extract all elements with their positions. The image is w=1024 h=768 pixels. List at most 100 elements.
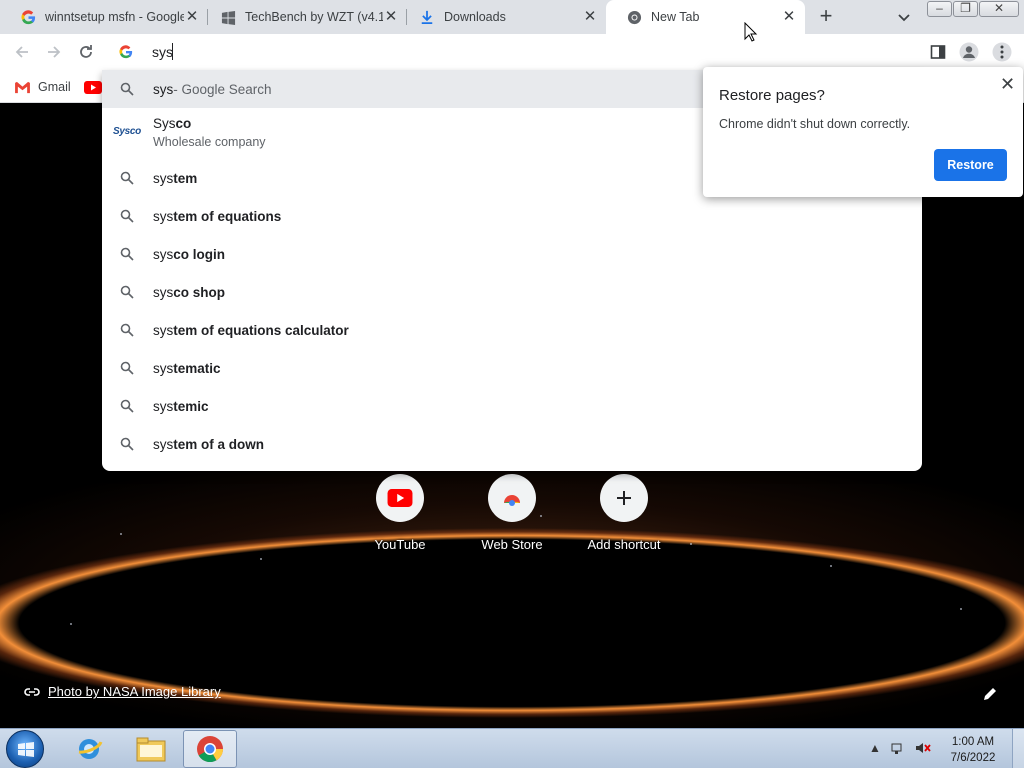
suggestion-item[interactable]: sys tem of a down [102, 425, 922, 463]
arrow-left-icon [15, 46, 28, 58]
tab-techbench[interactable]: TechBench by WZT (v4.1.1 ✕ [200, 0, 407, 34]
youtube-icon [84, 80, 102, 94]
tab-winntsetup[interactable]: winntsetup msfn - Google ✕ [0, 0, 208, 34]
suggestion-item[interactable]: sys tem of equations [102, 197, 922, 235]
profile-button[interactable] [958, 41, 980, 63]
sysco-logo: Sysco [113, 126, 141, 137]
customize-button[interactable] [982, 686, 1000, 704]
search-icon [119, 398, 135, 414]
taskbar-chrome[interactable] [183, 730, 237, 768]
suggestion-typed: sys [153, 208, 174, 224]
suggestion-rest: temic [173, 398, 209, 414]
close-tab-icon[interactable]: ✕ [184, 9, 200, 25]
search-icon [119, 170, 135, 186]
side-panel-button[interactable] [927, 41, 949, 63]
chrome-icon [197, 736, 224, 763]
side-panel-icon [930, 45, 946, 59]
suggestion-item[interactable]: sys temic [102, 387, 922, 425]
search-icon [119, 246, 135, 262]
start-button[interactable] [6, 730, 44, 768]
omnibox-input[interactable] [152, 42, 652, 62]
new-tab-button[interactable]: + [814, 5, 838, 29]
windows-icon [220, 9, 236, 25]
suggestion-rest: co [175, 116, 192, 131]
chevron-down-icon[interactable] [895, 8, 913, 26]
suggestion-item[interactable]: sys tem of equations calculator [102, 311, 922, 349]
show-hidden-icons-icon[interactable]: ▲ [869, 741, 881, 755]
tab-new-tab[interactable]: New Tab ✕ [606, 0, 805, 34]
taskbar-file-explorer[interactable] [124, 730, 178, 768]
bookmark-youtube[interactable] [84, 76, 102, 98]
suggestion-typed: sys [153, 322, 174, 338]
maximize-button[interactable]: ❐ [953, 1, 978, 17]
star [120, 533, 122, 535]
system-clock[interactable]: 1:00 AM 7/6/2022 [944, 734, 1002, 766]
shortcut-youtube[interactable]: YouTube [344, 474, 456, 552]
avatar-icon [959, 42, 979, 62]
text-caret [172, 43, 173, 60]
search-icon [119, 208, 135, 224]
suggestion-rest: tem of equations [173, 208, 282, 224]
star [830, 565, 832, 567]
suggestion-typed: sys [153, 81, 174, 97]
star [260, 558, 262, 560]
close-window-button[interactable]: ✕ [979, 1, 1019, 17]
tab-title: winntsetup msfn - Google [45, 10, 184, 24]
shortcut-web-store[interactable]: Web Store [456, 474, 568, 552]
taskbar-internet-explorer[interactable] [62, 730, 116, 768]
bookmark-label: Gmail [38, 80, 71, 94]
link-icon [24, 687, 40, 696]
photo-credit-link[interactable]: Photo by NASA Image Library [48, 684, 221, 699]
suggestion-subtitle: Wholesale company [153, 135, 266, 149]
photo-credit[interactable]: Photo by NASA Image Library [24, 684, 221, 699]
show-desktop-button[interactable] [1012, 729, 1024, 768]
menu-button[interactable] [991, 41, 1013, 63]
pencil-icon [984, 688, 996, 700]
minimize-button[interactable]: ‒ [927, 1, 952, 17]
suggestion-typed: sys [153, 436, 174, 452]
back-button[interactable] [11, 41, 33, 63]
bookmark-gmail[interactable]: Gmail [14, 76, 71, 98]
close-tab-icon[interactable]: ✕ [781, 9, 797, 25]
clock-time: 1:00 AM [951, 736, 995, 748]
suggestion-typed: sys [153, 398, 174, 414]
forward-button[interactable] [43, 41, 65, 63]
web-store-icon [488, 474, 536, 522]
taskbar: ▲ 1:00 AM 7/6/2022 [0, 728, 1024, 768]
suggestion-item[interactable]: sys co login [102, 235, 922, 273]
search-icon [119, 322, 135, 338]
shortcut-label: Add shortcut [587, 537, 661, 552]
suggestion-rest: tem of a down [173, 436, 264, 452]
search-icon [119, 284, 135, 300]
shortcut-add[interactable]: Add shortcut [568, 474, 680, 552]
suggestion-typed: sys [153, 284, 174, 300]
suggestion-item[interactable]: sys co shop [102, 273, 922, 311]
reload-icon [80, 45, 92, 58]
suggestion-typed: sys [153, 360, 174, 376]
gmail-icon [15, 81, 30, 93]
tab-downloads[interactable]: Downloads ✕ [399, 0, 606, 34]
reload-button[interactable] [75, 41, 97, 63]
dialog-title: Restore pages? [719, 87, 825, 104]
restore-button[interactable]: Restore [934, 149, 1007, 181]
shortcut-label: Web Store [481, 537, 543, 552]
download-icon [419, 9, 435, 25]
suggestion-item[interactable]: sys tematic [102, 349, 922, 387]
suggestion-rest: tem of equations calculator [173, 322, 349, 338]
close-tab-icon[interactable]: ✕ [582, 9, 598, 25]
close-icon[interactable]: ✕ [1000, 74, 1015, 95]
shortcut-label: YouTube [374, 537, 426, 552]
internet-explorer-icon [78, 739, 103, 759]
volume-muted-icon[interactable] [915, 741, 931, 758]
mouse-cursor-icon [744, 22, 758, 42]
dialog-message: Chrome didn't shut down correctly. [719, 117, 911, 131]
suggestion-rest: co shop [173, 284, 226, 300]
chrome-icon [626, 9, 642, 25]
network-icon[interactable] [890, 741, 906, 758]
suggestion-rest: co login [173, 246, 225, 262]
suggestion-typed: sys [153, 170, 174, 186]
suggestion-typed: sys [153, 246, 174, 262]
suggestion-rest: tem [173, 170, 198, 186]
kebab-menu-icon [992, 42, 1012, 62]
close-tab-icon[interactable]: ✕ [383, 9, 399, 25]
